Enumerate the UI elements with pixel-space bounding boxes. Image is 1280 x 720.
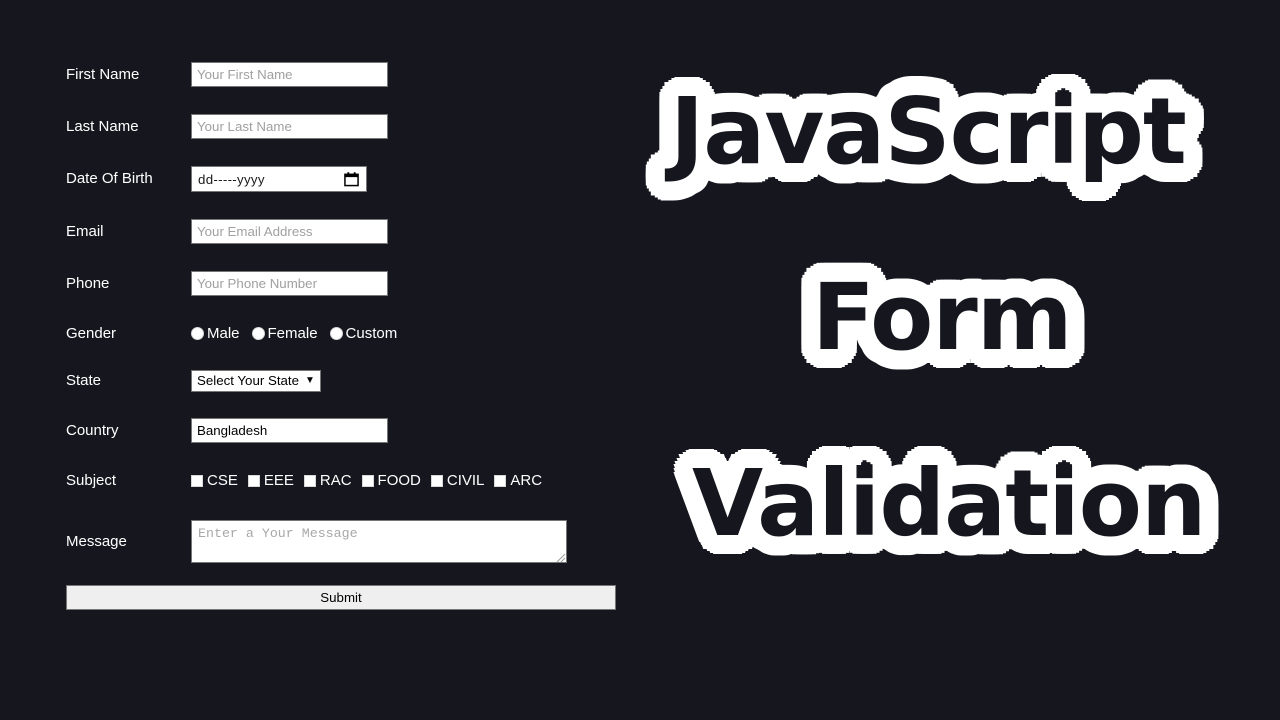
gender-option-female[interactable]: Female (251, 325, 318, 342)
app-screen: First Name Last Name Date Of Birth dd---… (0, 0, 1280, 720)
gender-control: Male Female Custom (191, 325, 626, 342)
country-input[interactable] (191, 418, 388, 443)
form-row-email: Email (66, 219, 626, 244)
email-label: Email (66, 222, 104, 240)
state-control: Select Your State ▼ (191, 369, 626, 392)
message-label: Message (66, 532, 127, 550)
form-row-subject: Subject CSE EEE RAC FOOD CIVIL ARC (66, 468, 626, 493)
phone-control (191, 271, 626, 296)
subject-option-civil[interactable]: CIVIL (430, 472, 485, 489)
subject-checkbox-group: CSE EEE RAC FOOD CIVIL ARC (191, 472, 542, 489)
subject-option-cse[interactable]: CSE (191, 472, 238, 489)
subject-option-eee[interactable]: EEE (247, 472, 294, 489)
message-textarea[interactable]: Enter a Your Message (191, 520, 567, 563)
form-row-first-name: First Name (66, 62, 626, 87)
gender-label: Gender (66, 324, 117, 342)
state-label: State (66, 371, 102, 389)
email-control (191, 219, 626, 244)
checkbox-icon[interactable] (303, 474, 316, 487)
title-graphic: JavaScript Form Validation (634, 86, 1234, 596)
state-select[interactable]: Select Your State ▼ (191, 369, 321, 392)
title-line-form: Form (812, 264, 1073, 371)
radio-icon[interactable] (251, 327, 265, 340)
subject-option-label: CSE (207, 472, 238, 489)
phone-input[interactable] (191, 271, 388, 296)
gender-option-label: Male (207, 325, 240, 342)
radio-icon[interactable] (191, 327, 204, 340)
chevron-down-icon: ▼ (305, 374, 315, 386)
calendar-icon[interactable] (344, 172, 359, 187)
form-row-last-name: Last Name (66, 114, 626, 139)
form-row-date-of-birth: Date Of Birth dd-----yyyy (66, 166, 626, 192)
title-line-javascript: JavaScript (670, 78, 1187, 185)
subject-option-label: ARC (510, 472, 543, 489)
subject-option-label: EEE (263, 472, 294, 489)
checkbox-icon[interactable] (191, 474, 203, 487)
registration-form: First Name Last Name Date Of Birth dd---… (66, 62, 626, 610)
submit-button[interactable]: Submit (66, 585, 616, 610)
first-name-input[interactable] (191, 62, 388, 87)
first-name-control (191, 62, 626, 87)
message-placeholder: Enter a Your Message (198, 526, 358, 541)
email-input[interactable] (191, 219, 388, 244)
form-row-country: Country (66, 418, 626, 443)
country-control (191, 418, 626, 443)
gender-radio-group: Male Female Custom (191, 325, 397, 342)
checkbox-icon[interactable] (361, 474, 374, 487)
subject-option-rac[interactable]: RAC (303, 472, 352, 489)
subject-label: Subject (66, 471, 117, 489)
phone-label: Phone (66, 274, 110, 292)
radio-icon[interactable] (329, 327, 343, 340)
state-selected-value: Select Your State (197, 373, 300, 388)
subject-option-label: CIVIL (446, 472, 485, 489)
first-name-label: First Name (66, 65, 140, 83)
checkbox-icon[interactable] (430, 474, 443, 487)
form-row-gender: Gender Male Female Custom (66, 321, 626, 346)
subject-option-label: RAC (319, 472, 352, 489)
form-row-state: State Select Your State ▼ (66, 368, 626, 393)
date-of-birth-label: Date Of Birth (66, 170, 153, 187)
message-control: Enter a Your Message (191, 520, 626, 563)
date-of-birth-control: dd-----yyyy (191, 166, 626, 192)
title-line-validation: Validation (692, 450, 1206, 557)
form-row-phone: Phone (66, 271, 626, 296)
last-name-input[interactable] (191, 114, 388, 139)
gender-option-male[interactable]: Male (191, 325, 240, 342)
gender-option-label: Custom (345, 325, 398, 342)
form-row-submit: Submit (66, 585, 626, 610)
subject-option-food[interactable]: FOOD (361, 472, 421, 489)
checkbox-icon[interactable] (247, 474, 260, 487)
country-label: Country (66, 421, 119, 439)
gender-option-custom[interactable]: Custom (329, 325, 398, 342)
checkbox-icon[interactable] (494, 474, 507, 487)
date-of-birth-value: dd-----yyyy (198, 171, 265, 187)
subject-option-label: FOOD (377, 472, 421, 489)
resize-handle-icon[interactable] (554, 550, 566, 562)
subject-option-arc[interactable]: ARC (494, 472, 542, 489)
subject-control: CSE EEE RAC FOOD CIVIL ARC (191, 472, 626, 489)
form-row-message: Message Enter a Your Message (66, 520, 626, 563)
gender-option-label: Female (267, 325, 318, 342)
last-name-label: Last Name (66, 117, 139, 135)
date-of-birth-input[interactable]: dd-----yyyy (191, 166, 367, 192)
last-name-control (191, 114, 626, 139)
